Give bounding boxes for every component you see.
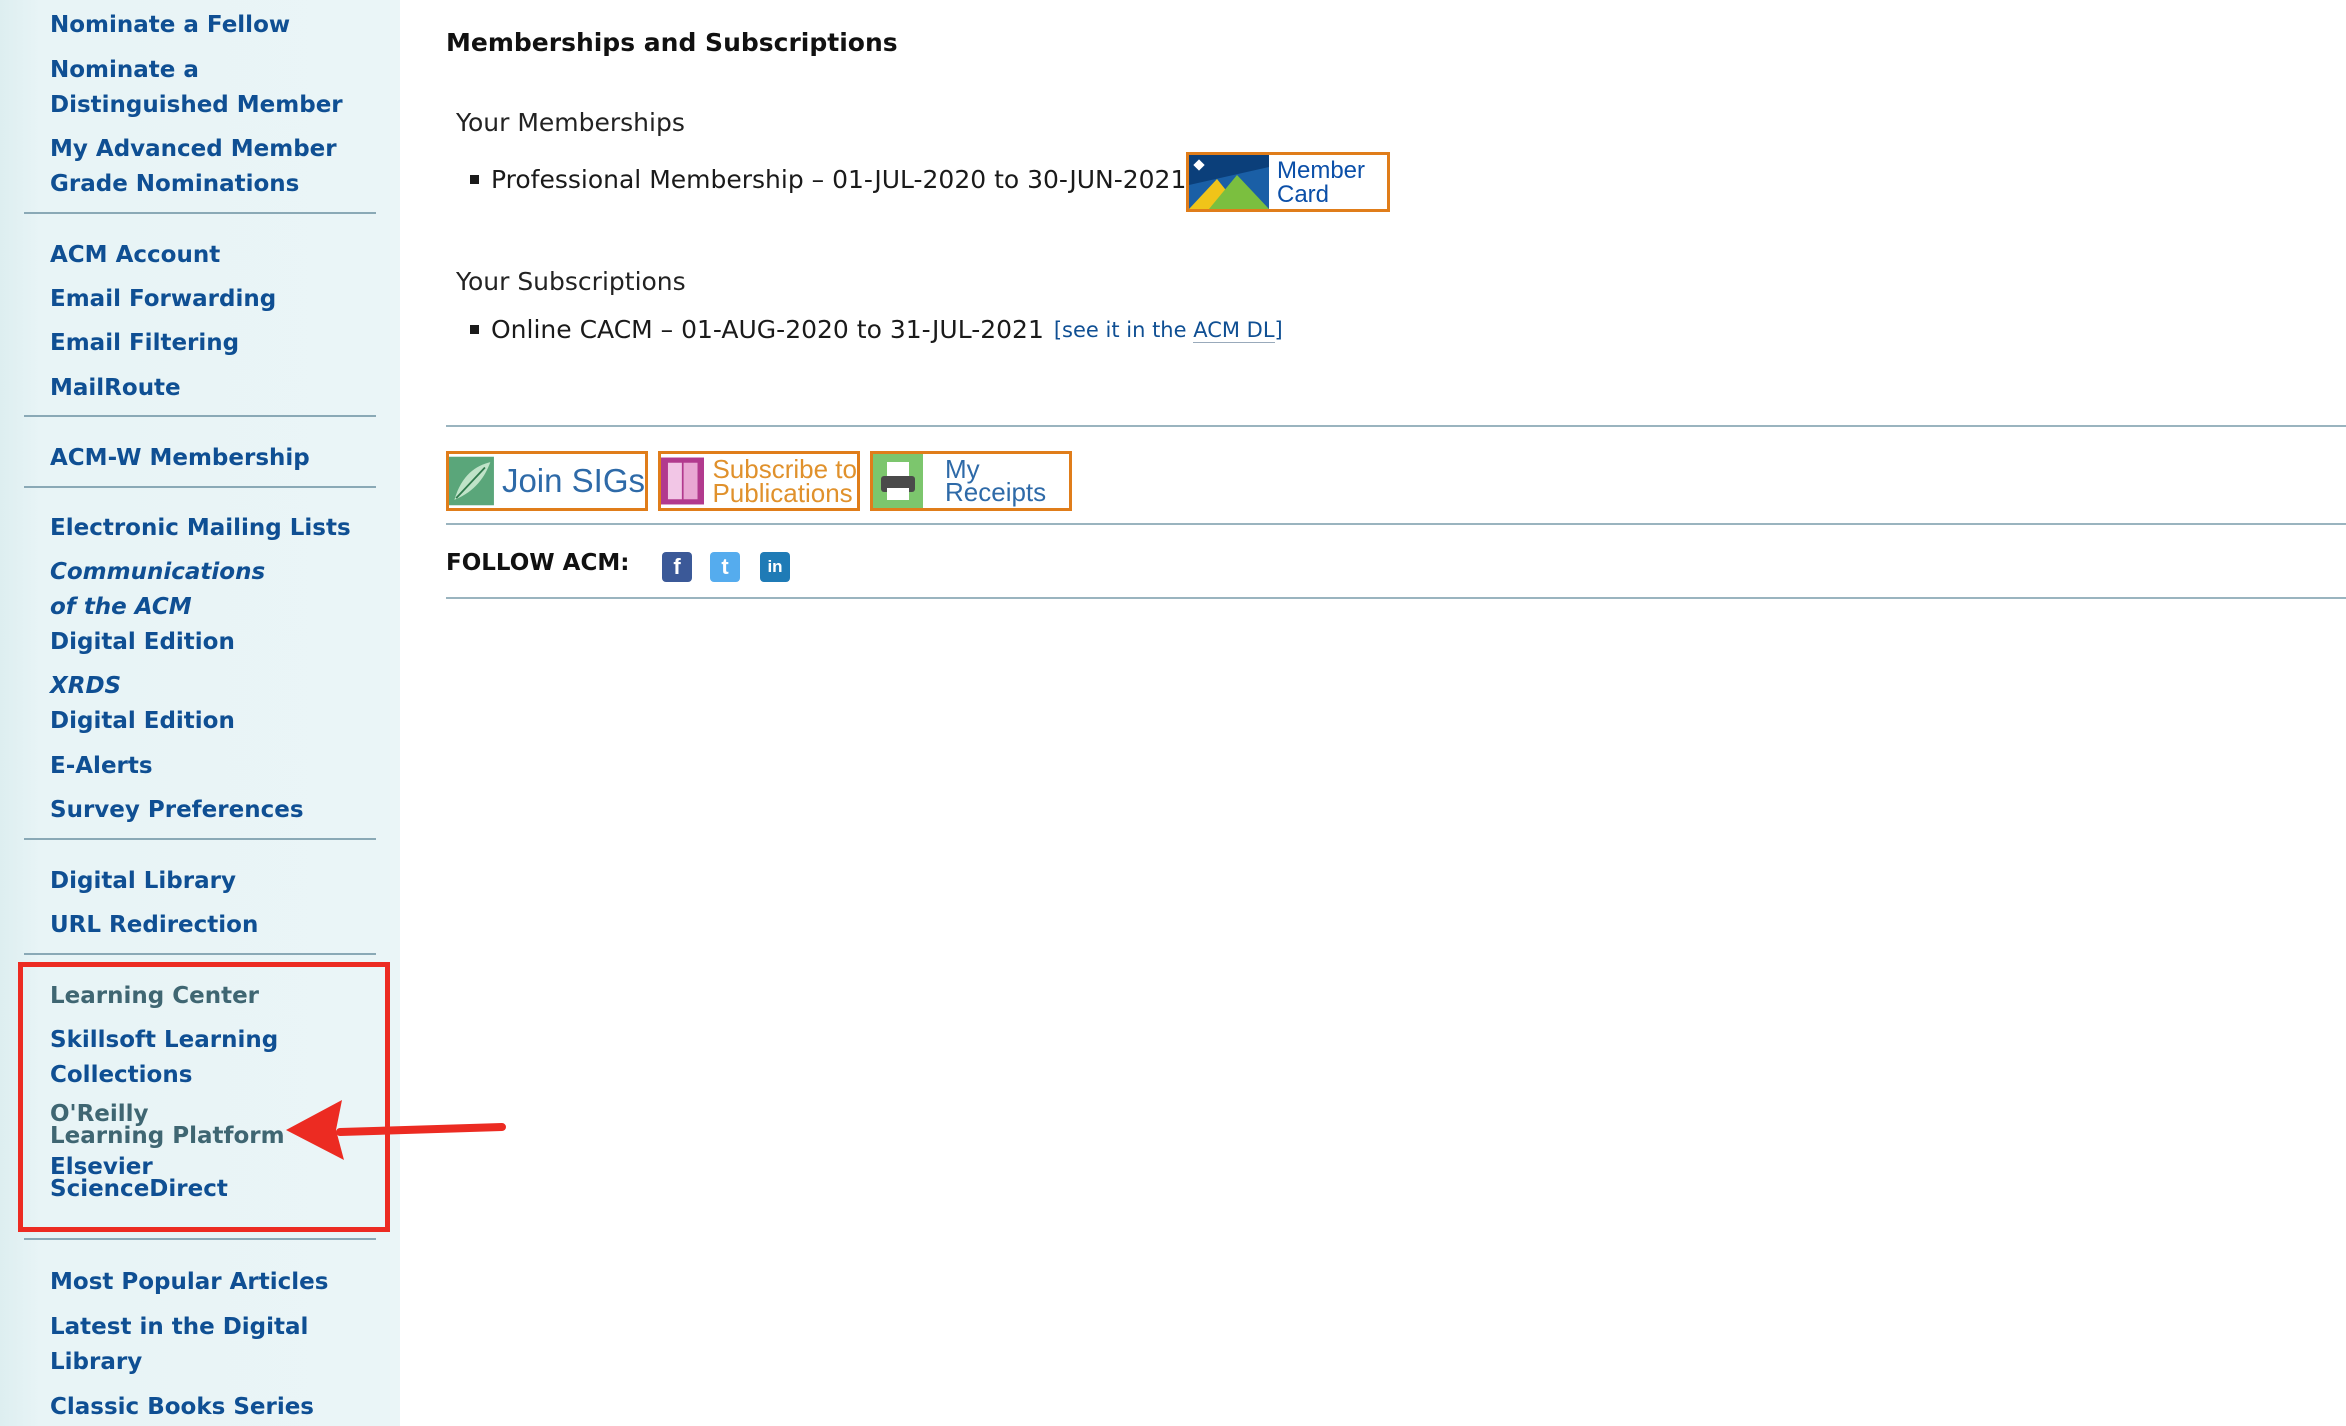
page-title: Memberships and Subscriptions [446,28,898,57]
sidebar-item-advanced-member-line1[interactable]: My Advanced Member [50,132,337,167]
sidebar-item-oreilly-line2[interactable]: Learning Platform [50,1125,285,1148]
sidebar-item-survey-preferences[interactable]: Survey Preferences [50,793,304,828]
sidebar-item-elsevier-line2[interactable]: ScienceDirect [50,1178,228,1201]
sidebar-item-url-redirection[interactable]: URL Redirection [50,908,258,943]
divider [446,597,2346,599]
sidebar-divider [24,1238,376,1240]
sidebar-item-most-popular[interactable]: Most Popular Articles [50,1265,328,1300]
twitter-icon[interactable]: t [710,552,740,582]
bullet-icon [470,325,479,334]
sidebar-item-nominate-distinguished-line2[interactable]: Distinguished Member [50,88,343,123]
membership-item: Professional Membership – 01-JUL-2020 to… [470,165,1186,194]
sidebar-item-email-filtering[interactable]: Email Filtering [50,326,239,361]
sidebar-item-latest-dl-line1[interactable]: Latest in the Digital [50,1310,308,1345]
sidebar-item-email-forwarding[interactable]: Email Forwarding [50,282,276,317]
printer-icon [873,454,923,508]
sidebar-item-skillsoft-line2[interactable]: Collections [50,1058,192,1093]
sidebar-divider [24,212,376,214]
subscription-item: Online CACM – 01-AUG-2020 to 31-JUL-2021… [470,315,1283,344]
join-sigs-label: Join SIGs [501,462,645,499]
main-content: Memberships and Subscriptions Your Membe… [446,0,2346,1426]
sidebar-item-nominate-fellow[interactable]: Nominate a Fellow [50,8,290,43]
sidebar-item-acm-account[interactable]: ACM Account [50,238,220,273]
sidebar-item-xrds[interactable]: XRDS [50,669,121,704]
member-card-logo-icon [1189,155,1269,209]
subscriptions-heading: Your Subscriptions [456,267,686,296]
sidebar-divider [24,415,376,417]
sidebar-item-oreilly-line1[interactable]: O'Reilly [50,1103,149,1126]
sidebar-item-learning-center[interactable]: Learning Center [50,979,259,1014]
follow-acm-label: FOLLOW ACM: [446,550,630,576]
linkedin-icon[interactable]: in [760,552,790,582]
sidebar-item-digital-library[interactable]: Digital Library [50,864,236,899]
sidebar-item-acm-w-membership[interactable]: ACM-W Membership [50,441,310,476]
sidebar-item-skillsoft-line1[interactable]: Skillsoft Learning [50,1023,278,1058]
subscription-item-text: Online CACM – 01-AUG-2020 to 31-JUL-2021 [491,315,1044,344]
sidebar-item-mailing-lists[interactable]: Electronic Mailing Lists [50,511,351,546]
sidebar-item-nominate-distinguished-line1[interactable]: Nominate a [50,53,199,88]
sidebar-item-cacm-digital-edition[interactable]: Digital Edition [50,625,235,660]
bullet-icon [470,175,479,184]
receipts-label-line2: Receipts [945,477,1047,507]
sidebar-item-xrds-digital-edition[interactable]: Digital Edition [50,704,235,739]
sidebar-item-advanced-member-line2[interactable]: Grade Nominations [50,167,299,202]
sidebar-divider [24,486,376,488]
member-card-button[interactable]: Member Card [1186,152,1390,212]
facebook-icon[interactable]: f [662,552,692,582]
member-card-label-line1: Member [1277,157,1366,184]
sigs-leaf-icon [449,456,494,506]
membership-item-text: Professional Membership – 01-JUL-2020 to… [491,165,1187,194]
sidebar-item-latest-dl-line2[interactable]: Library [50,1345,142,1380]
subscribe-publications-button[interactable]: Subscribe to Publications [658,451,860,511]
sidebar-item-cacm-line1[interactable]: Communications [50,555,265,590]
sidebar-item-cacm-line2[interactable]: of the ACM [50,590,192,625]
page: Nominate a Fellow Nominate a Distinguish… [0,0,2346,1426]
my-receipts-button[interactable]: My Receipts [870,451,1072,511]
sidebar: Nominate a Fellow Nominate a Distinguish… [0,0,400,1426]
divider [446,425,2346,427]
divider [446,523,2346,525]
sidebar-item-e-alerts[interactable]: E-Alerts [50,749,153,784]
join-sigs-button[interactable]: Join SIGs [446,451,648,511]
publications-book-icon [661,457,705,505]
subscribe-label-line2: Publications [712,478,853,508]
sidebar-item-classic-books[interactable]: Classic Books Series [50,1390,314,1425]
see-in-acm-dl-link[interactable]: [see it in the ACM DL] [1054,317,1283,343]
sidebar-item-mailroute[interactable]: MailRoute [50,371,181,406]
memberships-heading: Your Memberships [456,108,685,137]
sidebar-divider [24,953,376,955]
sidebar-item-elsevier-line1[interactable]: Elsevier [50,1156,153,1179]
member-card-label-line2: Card [1277,181,1330,208]
sidebar-divider [24,838,376,840]
